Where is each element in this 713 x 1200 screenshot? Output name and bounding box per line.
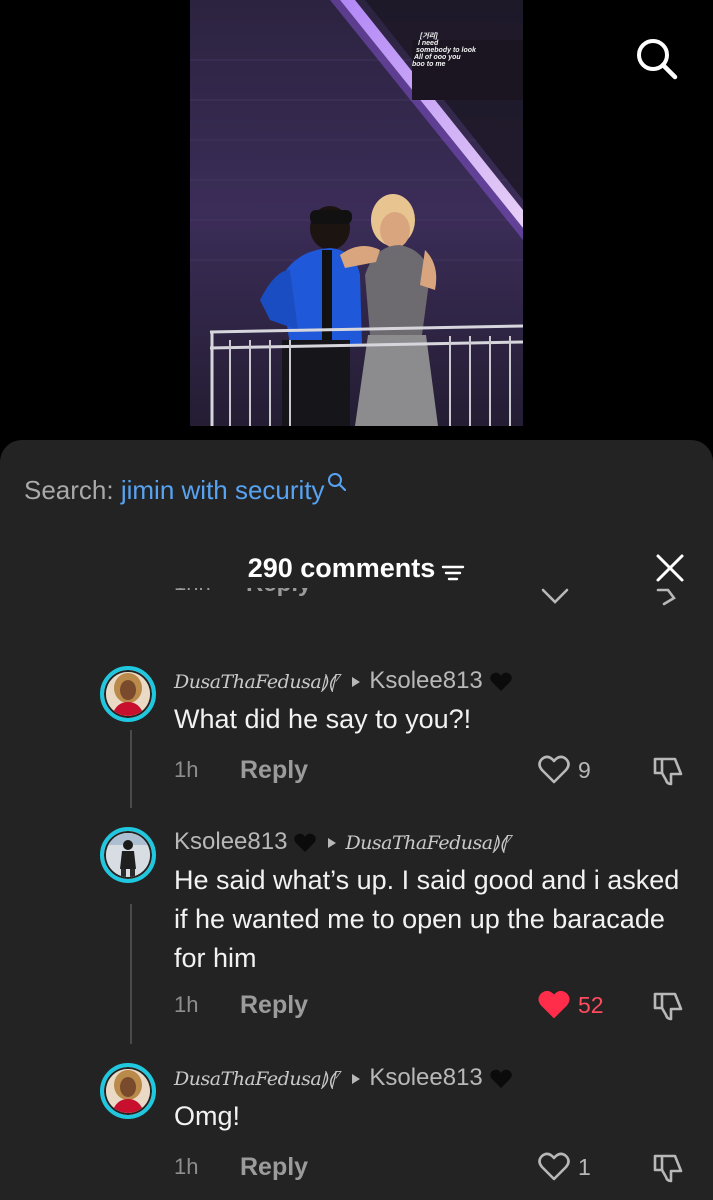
dislike-icon[interactable] — [652, 588, 682, 606]
time-label: 1h — [174, 757, 199, 782]
comment-meta: DusaThaFedusa⟭⟬⁷ Ksolee813 — [174, 1063, 513, 1093]
video-still: [거리] I need somebody to look All of ooo … — [190, 0, 523, 426]
heart-outline-icon[interactable] — [537, 1151, 571, 1183]
like-count: 1 — [578, 1154, 591, 1180]
avatar[interactable] — [100, 1063, 156, 1119]
heart-filled-icon[interactable] — [537, 989, 571, 1021]
search-prefix: Search: — [24, 475, 114, 505]
comment-text: Omg! — [174, 1101, 241, 1131]
time-label: 1h — [174, 1154, 199, 1179]
time-label: 1hh — [174, 588, 211, 596]
author-suffix: ⟭⟬⁷ — [321, 671, 342, 693]
heart-icon[interactable] — [540, 588, 570, 606]
dislike-icon[interactable] — [651, 989, 685, 1023]
like-count: 9 — [578, 757, 591, 783]
related-search[interactable]: Search: jimin with security — [24, 473, 347, 506]
comment-text: He said what’s up. I said good and i ask… — [174, 865, 680, 973]
comment-meta: Ksolee813 DusaThaFedusa⟭⟬⁷ — [174, 827, 513, 857]
author-name[interactable]: DusaThaFedusa — [174, 671, 322, 693]
author-name[interactable]: DusaThaFedusa — [174, 1068, 322, 1090]
black-heart-icon — [490, 1069, 512, 1088]
reply-button[interactable]: Reply — [240, 1149, 308, 1185]
comment-actions: 1h Reply 1 — [0, 1149, 713, 1185]
time-label: 1h — [174, 992, 199, 1017]
comment-text: What did he say to you?! — [174, 704, 472, 734]
heart-outline-icon[interactable] — [537, 754, 571, 786]
comment-actions: 1h Reply 52 — [0, 987, 713, 1023]
filter-icon[interactable] — [441, 563, 465, 583]
video-frame[interactable]: [거리] I need somebody to look All of ooo … — [190, 0, 523, 426]
avatar-image — [106, 1069, 150, 1113]
reply-button[interactable]: Reply — [246, 588, 311, 598]
dislike-icon[interactable] — [651, 1151, 685, 1185]
comment-actions: 1h Reply 9 — [0, 752, 713, 788]
comment-item: DusaThaFedusa⟭⟬⁷ Ksolee813 Omg! 1h Reply … — [0, 1063, 713, 1200]
black-heart-icon — [294, 833, 317, 852]
video-caption-line: boo to me — [412, 61, 446, 68]
video-caption-line: All of ooo you — [413, 54, 461, 61]
author-name[interactable]: Ksolee813 — [174, 828, 287, 855]
video-caption-line: [거리] — [419, 32, 438, 40]
dislike-icon[interactable] — [651, 754, 685, 788]
avatar[interactable] — [100, 666, 156, 722]
close-icon[interactable] — [652, 550, 688, 586]
comment-item: DusaThaFedusa⟭⟬⁷ Ksolee813 What did he sa… — [0, 666, 713, 816]
video-caption-line: somebody to look — [416, 47, 477, 54]
search-icon[interactable] — [632, 34, 680, 82]
reply-arrow-icon — [352, 1073, 361, 1084]
reply-to-name[interactable]: Ksolee813 — [369, 1064, 482, 1091]
search-query-link[interactable]: jimin with security — [121, 475, 325, 505]
video-player[interactable]: [거리] I need somebody to look All of ooo … — [0, 0, 713, 440]
reply-to-name[interactable]: Ksolee813 — [369, 667, 482, 694]
black-heart-icon — [490, 672, 512, 691]
avatar-image — [106, 672, 150, 716]
reply-to-suffix: ⟭⟬⁷ — [492, 832, 514, 854]
avatar[interactable] — [100, 827, 156, 883]
comments-sheet: Search: jimin with security 290 comments… — [0, 440, 713, 1200]
reply-button[interactable]: Reply — [240, 752, 308, 788]
reply-to-name[interactable]: DusaThaFedusa — [345, 832, 493, 854]
comment-item: Ksolee813 DusaThaFedusa⟭⟬⁷ He said what’s… — [0, 827, 713, 1027]
reply-button[interactable]: Reply — [240, 987, 308, 1023]
author-suffix: ⟭⟬⁷ — [321, 1068, 342, 1090]
previous-comment-actions: 1hh Reply — [0, 588, 713, 624]
video-caption-line: I need — [418, 40, 439, 47]
reply-arrow-icon — [328, 837, 337, 848]
comment-meta: DusaThaFedusa⟭⟬⁷ Ksolee813 — [174, 666, 513, 696]
comments-header: 290 comments — [0, 550, 713, 590]
reply-arrow-icon — [352, 676, 361, 687]
comments-count-title: 290 comments — [247, 553, 436, 583]
avatar-image — [106, 833, 150, 877]
like-count: 52 — [578, 992, 604, 1018]
search-icon — [327, 473, 346, 492]
